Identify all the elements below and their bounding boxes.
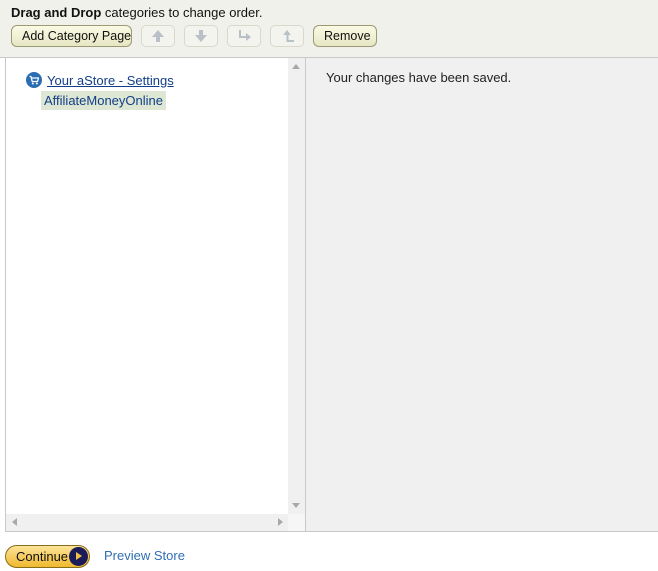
continue-label: Continue bbox=[16, 549, 69, 564]
horizontal-scrollbar[interactable] bbox=[6, 514, 289, 531]
scroll-up-icon[interactable] bbox=[292, 64, 300, 69]
scroll-down-icon[interactable] bbox=[292, 503, 300, 508]
instruction-bold: Drag and Drop bbox=[11, 5, 102, 20]
add-category-page-button[interactable]: Add Category Page bbox=[11, 25, 132, 47]
instruction-text: Drag and Drop categories to change order… bbox=[11, 5, 262, 20]
toolbar: Drag and Drop categories to change order… bbox=[0, 0, 658, 58]
arrow-down-icon bbox=[195, 30, 207, 42]
content-panel: Your changes have been saved. bbox=[306, 58, 658, 532]
indent-button[interactable] bbox=[227, 25, 261, 47]
status-message: Your changes have been saved. bbox=[326, 70, 512, 85]
scroll-left-icon[interactable] bbox=[12, 518, 17, 526]
move-up-button[interactable] bbox=[141, 25, 175, 47]
outdent-button[interactable] bbox=[270, 25, 304, 47]
instruction-rest: categories to change order. bbox=[101, 5, 263, 20]
preview-store-link[interactable]: Preview Store bbox=[104, 548, 185, 563]
scroll-right-icon[interactable] bbox=[278, 518, 283, 526]
indent-icon bbox=[239, 30, 251, 41]
scrollbar-corner bbox=[288, 514, 305, 531]
tree-root: Your aStore - Settings bbox=[26, 71, 174, 89]
arrow-up-icon bbox=[152, 30, 164, 42]
tree-root-link[interactable]: Your aStore - Settings bbox=[47, 73, 174, 88]
continue-button[interactable]: Continue bbox=[5, 545, 90, 568]
play-arrow-icon bbox=[69, 547, 88, 566]
move-down-button[interactable] bbox=[184, 25, 218, 47]
vertical-scrollbar[interactable] bbox=[288, 58, 305, 514]
cart-icon bbox=[26, 72, 42, 88]
outdent-icon bbox=[283, 30, 294, 42]
tree-item-affiliatemoneyonline[interactable]: AffiliateMoneyOnline bbox=[41, 91, 166, 110]
category-tree-panel: Your aStore - Settings AffiliateMoneyOnl… bbox=[5, 58, 306, 532]
remove-button[interactable]: Remove bbox=[313, 25, 377, 47]
